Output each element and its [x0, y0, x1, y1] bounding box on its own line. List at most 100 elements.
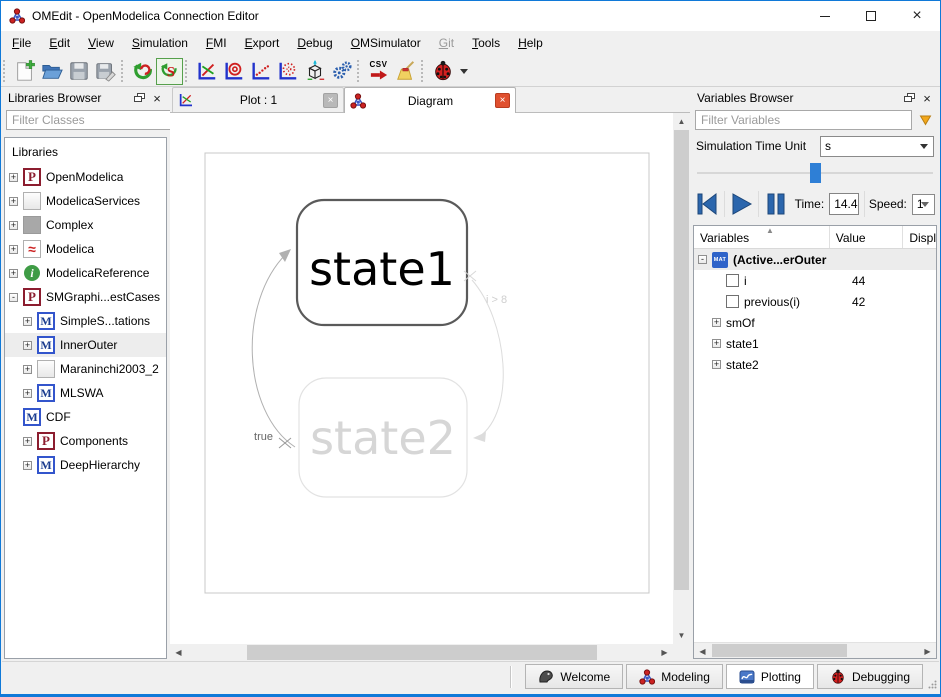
menu-item[interactable]: OMSimulator	[342, 31, 430, 56]
variable-row[interactable]: + state1	[694, 333, 936, 354]
expander-icon[interactable]: +	[9, 221, 18, 230]
menu-item[interactable]: Debug	[288, 31, 341, 56]
expander-icon[interactable]: -	[9, 293, 18, 302]
scrollbar-thumb[interactable]	[674, 130, 689, 590]
variable-row[interactable]: + smOf	[694, 312, 936, 333]
column-value[interactable]: Value	[830, 226, 904, 248]
variable-row[interactable]: i 44	[694, 270, 936, 291]
filter-options-button[interactable]	[915, 110, 935, 130]
scroll-left-icon[interactable]: ◀	[170, 644, 187, 661]
library-item[interactable]: + Complex	[5, 213, 166, 237]
debug-button[interactable]	[429, 58, 456, 85]
column-variables[interactable]: Variables	[694, 226, 830, 248]
expander-icon[interactable]: +	[9, 173, 18, 182]
toolbar-handle[interactable]	[3, 60, 8, 82]
library-item[interactable]: + Maraninchi2003_2	[5, 357, 166, 381]
open-model-button[interactable]	[38, 58, 65, 85]
new-array-plot-button[interactable]	[247, 58, 274, 85]
expander-icon[interactable]: +	[712, 318, 721, 327]
expander-icon[interactable]: +	[712, 339, 721, 348]
library-item[interactable]: + DeepHierarchy	[5, 453, 166, 477]
variable-row[interactable]: previous(i) 42	[694, 291, 936, 312]
variable-row[interactable]: - (Active...erOuter	[694, 249, 936, 270]
variables-horizontal-scrollbar[interactable]: ◀ ▶	[694, 642, 936, 658]
menu-item[interactable]: Simulation	[123, 31, 197, 56]
export-csv-button[interactable]: CSV	[365, 58, 392, 85]
3d-visualization-button[interactable]	[301, 58, 328, 85]
play-button[interactable]	[729, 189, 753, 219]
expander-icon[interactable]: +	[23, 437, 32, 446]
filter-classes-input[interactable]	[6, 110, 173, 130]
scroll-up-icon[interactable]: ▲	[673, 113, 690, 130]
expander-icon[interactable]: +	[9, 269, 18, 278]
new-plot-window-button[interactable]	[193, 58, 220, 85]
scroll-right-icon[interactable]: ▶	[919, 643, 936, 659]
toolbar-handle[interactable]	[357, 60, 362, 82]
filter-variables-input[interactable]	[695, 110, 912, 130]
library-item[interactable]: + Components	[5, 429, 166, 453]
float-panel-button[interactable]	[901, 90, 917, 106]
save-button[interactable]	[65, 58, 92, 85]
re-simulate-button[interactable]	[129, 58, 156, 85]
expander-icon[interactable]: +	[23, 461, 32, 470]
tab-diagram[interactable]: Diagram ×	[344, 87, 516, 113]
speed-combobox[interactable]: 1	[912, 194, 935, 215]
library-item[interactable]: + MLSWA	[5, 381, 166, 405]
animation-button[interactable]	[328, 58, 355, 85]
modeling-perspective-button[interactable]: Modeling	[626, 664, 723, 689]
re-simulate-setup-button[interactable]: S	[156, 58, 183, 85]
library-item[interactable]: + ModelicaReference	[5, 261, 166, 285]
menu-item[interactable]: Help	[509, 31, 552, 56]
expander-icon[interactable]: +	[23, 389, 32, 398]
variable-checkbox[interactable]	[726, 295, 739, 308]
slider-handle[interactable]	[810, 163, 821, 183]
library-item[interactable]: - SMGraphi...estCases	[5, 285, 166, 309]
scroll-right-icon[interactable]: ▶	[656, 644, 673, 661]
new-model-button[interactable]	[11, 58, 38, 85]
tab-plot-close-button[interactable]: ×	[323, 93, 338, 108]
expander-icon[interactable]: +	[9, 197, 18, 206]
variables-header[interactable]: ▲ Variables Value Displ	[694, 226, 936, 249]
welcome-perspective-button[interactable]: Welcome	[525, 664, 623, 689]
tab-plot[interactable]: Plot : 1 ×	[172, 87, 344, 112]
time-slider[interactable]	[697, 161, 933, 185]
expander-icon[interactable]: +	[23, 341, 32, 350]
horizontal-scrollbar[interactable]: ◀ ▶	[170, 644, 673, 661]
time-unit-combobox[interactable]: s	[820, 136, 934, 157]
maximize-button[interactable]	[848, 1, 894, 31]
toolbar-handle[interactable]	[421, 60, 426, 82]
scroll-left-icon[interactable]: ◀	[694, 643, 711, 659]
rewind-button[interactable]	[695, 189, 719, 219]
pause-button[interactable]	[764, 189, 788, 219]
menu-item[interactable]: Export	[236, 31, 289, 56]
expander-icon[interactable]: -	[698, 255, 707, 264]
library-item[interactable]: + ModelicaServices	[5, 189, 166, 213]
float-panel-button[interactable]	[131, 90, 147, 106]
debugging-perspective-button[interactable]: Debugging	[817, 664, 923, 689]
plotting-perspective-button[interactable]: Plotting	[726, 664, 814, 689]
menu-item[interactable]: Git	[430, 31, 463, 56]
vertical-scrollbar[interactable]: ▲ ▼	[673, 113, 690, 644]
diagram-canvas[interactable]: state1 state2 true i > 8 ▲	[170, 113, 690, 661]
toolbar-handle[interactable]	[185, 60, 190, 82]
new-array-parametric-plot-button[interactable]	[274, 58, 301, 85]
library-item[interactable]: + OpenModelica	[5, 165, 166, 189]
scrollbar-thumb[interactable]	[247, 645, 597, 660]
expander-icon[interactable]: +	[23, 317, 32, 326]
close-panel-button[interactable]: ×	[149, 90, 165, 106]
transition-true-line[interactable]	[252, 253, 295, 447]
library-item[interactable]: + InnerOuter	[5, 333, 166, 357]
variable-row[interactable]: + state2	[694, 354, 936, 375]
clear-plot-button[interactable]	[392, 58, 419, 85]
close-panel-button[interactable]: ×	[919, 90, 935, 106]
menu-item[interactable]: FMI	[197, 31, 236, 56]
scroll-down-icon[interactable]: ▼	[673, 627, 690, 644]
menu-item[interactable]: File	[3, 31, 40, 56]
toolbar-handle[interactable]	[121, 60, 126, 82]
library-item[interactable]: + SimpleS...tations	[5, 309, 166, 333]
new-parametric-plot-button[interactable]	[220, 58, 247, 85]
library-item[interactable]: CDF	[5, 405, 166, 429]
expander-icon[interactable]: +	[23, 365, 32, 374]
time-field[interactable]: 14.4	[829, 193, 858, 215]
menu-item[interactable]: Edit	[40, 31, 79, 56]
